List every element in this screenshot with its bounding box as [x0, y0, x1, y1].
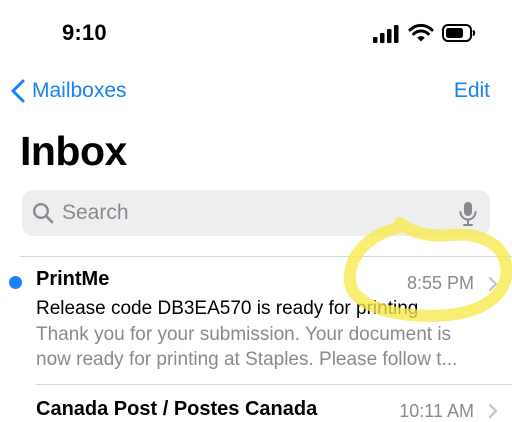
- battery-icon: [442, 24, 476, 42]
- message-sender: PrintMe: [36, 268, 110, 290]
- chevron-left-icon: [11, 79, 25, 103]
- wifi-icon: [408, 23, 434, 42]
- chevron-right-icon: [488, 276, 498, 292]
- search-input[interactable]: [62, 190, 442, 236]
- status-bar-time: 9:10: [62, 20, 107, 45]
- unread-indicator-dot: [9, 276, 22, 289]
- message-preview-line: now ready for printing at Staples. Pleas…: [36, 349, 458, 370]
- message-sender: Canada Post / Postes Canada: [36, 398, 318, 420]
- message-preview: Thank you for your submission. Your docu…: [36, 322, 486, 372]
- message-subject: Release code DB3EA570 is ready for print…: [36, 298, 419, 319]
- page-title: Inbox: [20, 128, 127, 174]
- edit-button[interactable]: Edit: [454, 79, 490, 103]
- mailboxes-back-button[interactable]: Mailboxes: [10, 76, 127, 106]
- microphone-icon[interactable]: [458, 201, 478, 227]
- message-preview-line: Thank you for your submission. Your docu…: [36, 324, 452, 345]
- chevron-right-icon: [488, 403, 498, 419]
- search-icon: [32, 202, 54, 224]
- message-time: 8:55 PM: [406, 273, 474, 293]
- back-label: Mailboxes: [32, 79, 127, 102]
- message-time: 10:11 AM: [399, 401, 474, 421]
- search-bar[interactable]: [22, 190, 490, 236]
- cellular-signal-icon: [373, 25, 399, 43]
